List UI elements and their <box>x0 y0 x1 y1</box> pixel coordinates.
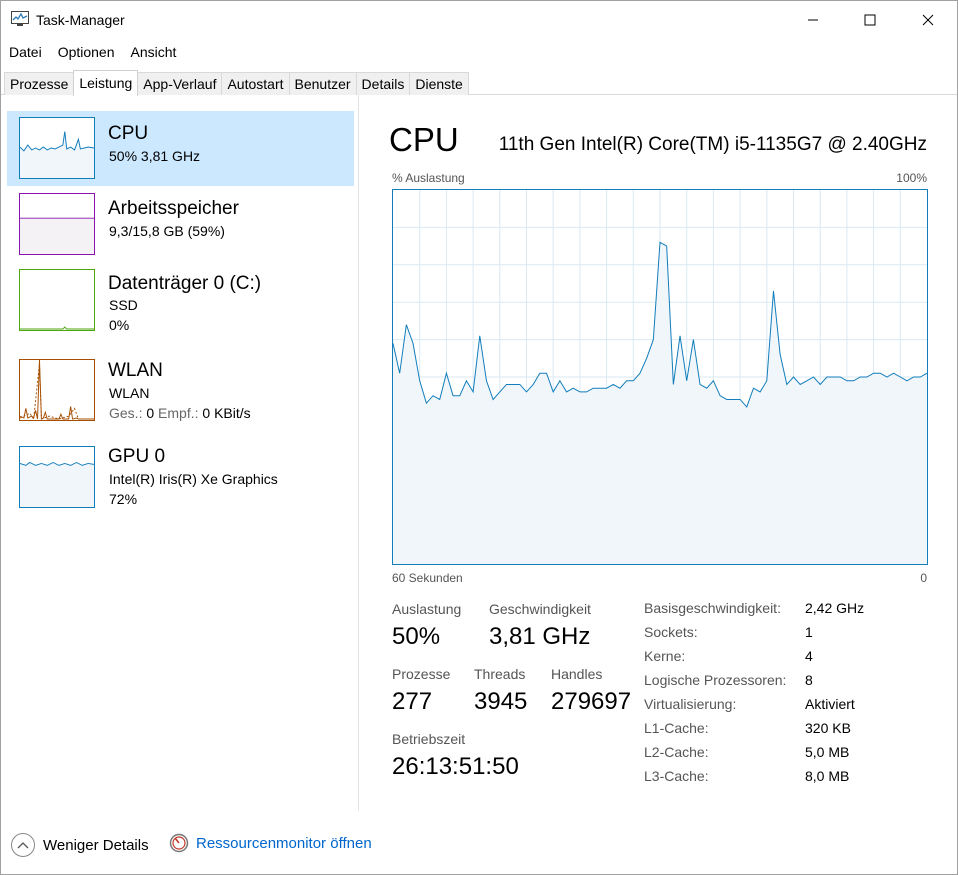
panel-title: CPU <box>389 121 459 158</box>
spec-label-basisgeschwindigkeit: Basisgeschwindigkeit: <box>644 600 781 616</box>
sidebar-title-wlan: WLAN <box>108 360 163 381</box>
stat-label-handles: Handles <box>551 666 603 682</box>
spec-label-kerne: Kerne: <box>644 648 686 664</box>
spec-label-logische-prozessoren: Logische Prozessoren: <box>644 672 787 688</box>
stat-label-auslastung: Auslastung <box>392 601 462 617</box>
stat-value-handles: 279697 <box>551 688 632 715</box>
graph-label-now: 0 <box>920 571 927 585</box>
spec-value-virtualisierung: Aktiviert <box>805 696 855 712</box>
sidebar-item-arbeitsspeicher[interactable]: Arbeitsspeicher 9,3/15,8 GB (59%) <box>7 187 354 262</box>
chevron-up-icon <box>11 833 35 857</box>
spec-value-logische-prozessoren: 8 <box>805 672 813 688</box>
wlan-send-label: Ges.: <box>109 405 143 421</box>
tab-benutzer[interactable]: Benutzer <box>288 72 357 95</box>
spec-label-sockets: Sockets: <box>644 624 698 640</box>
cpu-thumbnail-graph <box>19 117 95 179</box>
tab-prozesse[interactable]: Prozesse <box>4 72 75 95</box>
stat-value-auslastung: 50% <box>392 623 441 650</box>
sidebar-sub-datentraeger-usage: 0% <box>109 317 130 333</box>
spec-value-kerne: 4 <box>805 648 813 664</box>
sidebar-sub-cpu: 50% 3,81 GHz <box>109 148 201 164</box>
spec-value-sockets: 1 <box>805 624 813 640</box>
stat-label-prozesse: Prozesse <box>392 666 451 682</box>
disk-thumbnail-graph <box>19 269 95 331</box>
spec-value-basisgeschwindigkeit: 2,42 GHz <box>805 600 865 616</box>
sidebar-title-datentraeger: Datenträger 0 (C:) <box>108 273 262 294</box>
sidebar-item-cpu[interactable]: CPU 50% 3,81 GHz <box>7 111 354 186</box>
cpu-utilization-graph <box>392 189 928 565</box>
menu-ansicht[interactable]: Ansicht <box>123 41 185 63</box>
tab-details[interactable]: Details <box>355 72 411 95</box>
sidebar-sub-gpu-usage: 72% <box>109 491 138 507</box>
menu-datei[interactable]: Datei <box>1 41 50 63</box>
resource-monitor-link[interactable]: Ressourcenmonitor öffnen <box>169 833 372 853</box>
tab-app-verlauf[interactable]: App-Verlauf <box>137 72 223 95</box>
menu-bar: Datei Optionen Ansicht <box>1 41 184 63</box>
task-manager-app-icon <box>11 11 29 26</box>
wlan-send-value: 0 <box>146 405 155 421</box>
sidebar-title-cpu: CPU <box>108 123 149 144</box>
stat-value-prozesse: 277 <box>392 688 433 715</box>
stat-value-geschwindigkeit: 3,81 GHz <box>489 623 591 650</box>
spec-label-l2-cache: L2-Cache: <box>644 744 709 760</box>
stat-label-betriebszeit: Betriebszeit <box>392 731 466 747</box>
memory-thumbnail-graph <box>19 193 95 255</box>
fewer-details-label: Weniger Details <box>43 836 149 854</box>
graph-label-time-span: 60 Sekunden <box>392 571 463 585</box>
window-title: Task-Manager <box>36 12 125 28</box>
sidebar-item-datentraeger[interactable]: Datenträger 0 (C:) SSD 0% <box>7 263 354 338</box>
sidebar-title-arbeitsspeicher: Arbeitsspeicher <box>108 198 239 219</box>
sidebar-sub-wlan-adapter: WLAN <box>109 385 150 401</box>
menu-optionen[interactable]: Optionen <box>50 41 123 63</box>
maximize-button[interactable] <box>841 1 899 39</box>
spec-label-l1-cache: L1-Cache: <box>644 720 709 736</box>
close-button[interactable] <box>899 1 957 39</box>
graph-label-utilization: % Auslastung <box>392 171 465 185</box>
sidebar-item-gpu[interactable]: GPU 0 Intel(R) Iris(R) Xe Graphics 72% <box>7 436 354 511</box>
tab-autostart[interactable]: Autostart <box>221 72 290 95</box>
tab-dienste[interactable]: Dienste <box>409 72 469 95</box>
spec-value-l2-cache: 5,0 MB <box>805 744 850 760</box>
minimize-icon <box>808 19 818 21</box>
stat-label-threads: Threads <box>474 666 526 682</box>
title-bar: Task-Manager <box>1 1 957 39</box>
spec-label-l3-cache: L3-Cache: <box>644 768 709 784</box>
minimize-button[interactable] <box>784 1 842 39</box>
spec-label-virtualisierung: Virtualisierung: <box>644 696 737 712</box>
spec-value-l3-cache: 8,0 MB <box>805 768 850 784</box>
wlan-receive-value: 0 KBit/s <box>202 405 251 421</box>
gpu-thumbnail-graph <box>19 446 95 508</box>
sidebar-sub-arbeitsspeicher: 9,3/15,8 GB (59%) <box>109 223 225 239</box>
stat-value-threads: 3945 <box>474 688 528 715</box>
sidebar-sub-wlan-throughput: Ges.: 0 Empf.: 0 KBit/s <box>109 405 251 421</box>
resource-sidebar: CPU 50% 3,81 GHz Arbeitsspeicher 9,3/15,… <box>1 95 358 811</box>
close-icon <box>922 14 934 26</box>
sidebar-sub-gpu-model: Intel(R) Iris(R) Xe Graphics <box>109 471 278 487</box>
cpu-model-name: 11th Gen Intel(R) Core(TM) i5-1135G7 @ 2… <box>498 134 927 155</box>
fewer-details-button[interactable]: Weniger Details <box>11 833 149 857</box>
stat-label-geschwindigkeit: Geschwindigkeit <box>489 601 591 617</box>
resource-monitor-icon <box>169 833 189 853</box>
sidebar-splitter[interactable] <box>358 95 359 811</box>
wlan-thumbnail-graph <box>19 359 95 421</box>
tab-bar: Prozesse Leistung App-Verlauf Autostart … <box>4 70 469 96</box>
graph-label-max: 100% <box>896 171 927 185</box>
task-manager-window: Task-Manager Datei Optionen Ansicht Proz… <box>0 0 958 875</box>
sidebar-title-gpu: GPU 0 <box>108 446 166 467</box>
tab-leistung[interactable]: Leistung <box>73 70 139 96</box>
sidebar-sub-datentraeger-type: SSD <box>109 297 138 313</box>
wlan-receive-label: Empf.: <box>158 405 199 421</box>
spec-value-l1-cache: 320 KB <box>805 720 851 736</box>
resource-monitor-label: Ressourcenmonitor öffnen <box>196 834 372 852</box>
sidebar-item-wlan[interactable]: WLAN WLAN Ges.: 0 Empf.: 0 KBit/s <box>7 350 354 425</box>
stat-value-betriebszeit: 26:13:51:50 <box>392 753 519 780</box>
maximize-icon <box>864 14 876 26</box>
